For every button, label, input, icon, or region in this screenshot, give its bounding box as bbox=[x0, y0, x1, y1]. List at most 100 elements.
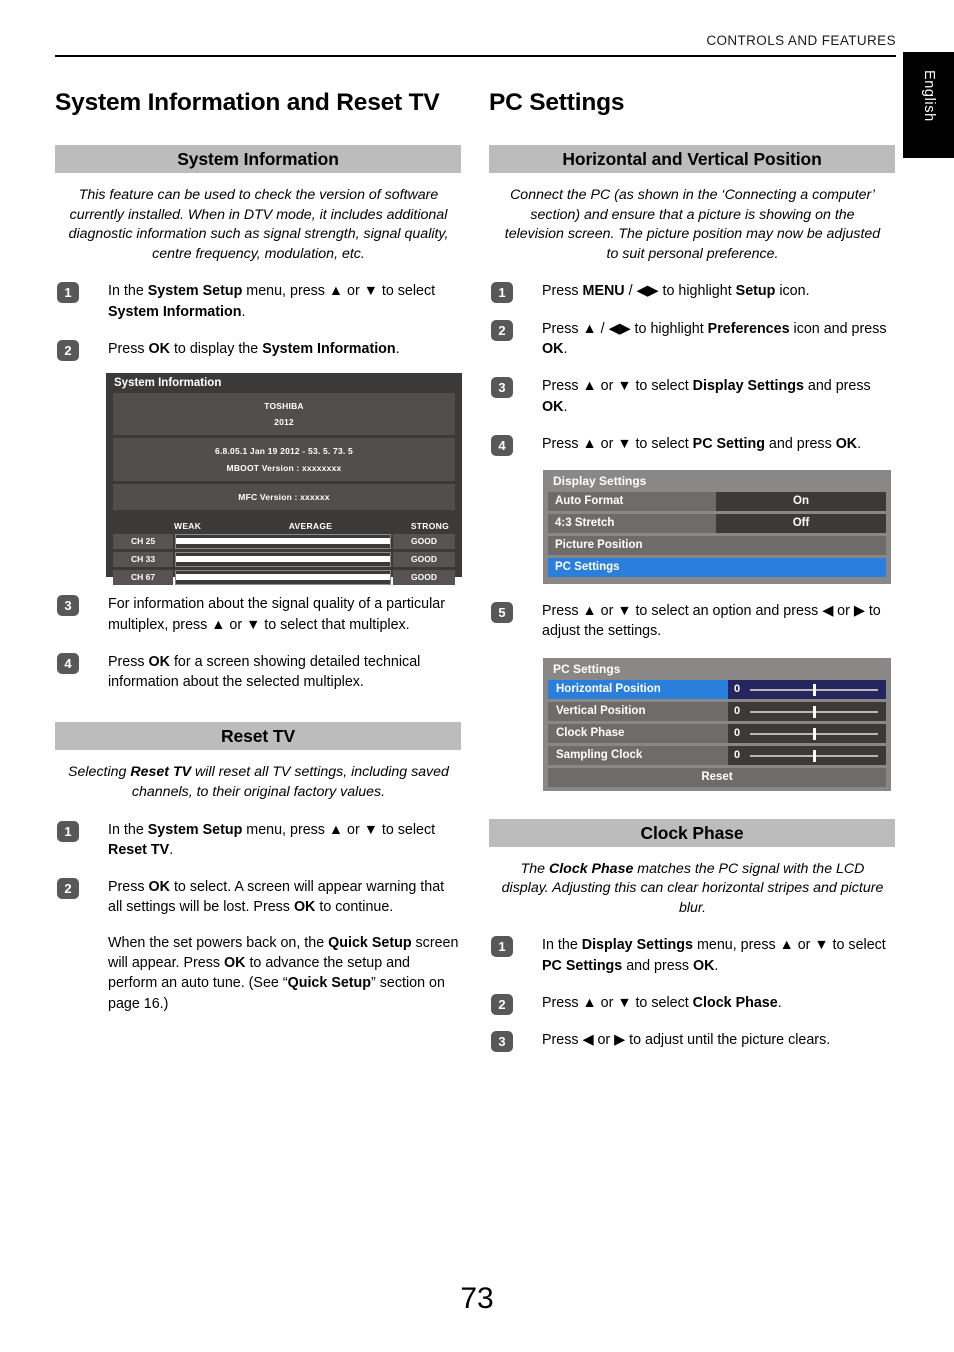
step-text: Press ◀ or ▶ to adjust until the picture… bbox=[542, 1032, 831, 1049]
pc-settings-menu-graphic: PC Settings Horizontal Position 0 Vertic… bbox=[543, 657, 891, 791]
slider-bar[interactable] bbox=[750, 746, 878, 765]
signal-scale-header: WEAK AVERAGE STRONG bbox=[113, 521, 455, 531]
step-item: 2 Press ▲ or ▼ to select Clock Phase. bbox=[489, 993, 896, 1016]
menu-item-value bbox=[716, 536, 886, 555]
signal-bar-fill bbox=[176, 538, 390, 545]
step-badge: 1 bbox=[491, 936, 513, 958]
slider-value: 0 bbox=[734, 705, 741, 718]
slider-thumb[interactable] bbox=[813, 749, 816, 762]
menu-item-value: Off bbox=[716, 514, 886, 534]
slider-value: 0 bbox=[734, 727, 741, 740]
menu-item-label: Auto Format bbox=[555, 495, 624, 508]
signal-bar-track bbox=[175, 533, 391, 549]
system-information-screen-graphic: System Information TOSHIBA 2012 6.8.05.1… bbox=[106, 373, 462, 585]
slider-thumb[interactable] bbox=[813, 705, 816, 718]
reset-button[interactable]: Reset bbox=[548, 767, 886, 787]
signal-bar-fill bbox=[176, 556, 390, 563]
screen-title: System Information bbox=[114, 377, 222, 390]
slider-track[interactable]: 0 bbox=[728, 745, 886, 765]
step-text: Press MENU / ◀▶ to highlight Setup icon. bbox=[542, 283, 810, 300]
signal-channel-label: CH 33 bbox=[113, 551, 173, 567]
step-text: For information about the signal quality… bbox=[108, 596, 445, 633]
signal-bar-track bbox=[175, 569, 391, 585]
step-item: 1 Press MENU / ◀▶ to highlight Setup ico… bbox=[489, 281, 896, 304]
band-reset-tv: Reset TV bbox=[55, 722, 461, 751]
step-text: Press ▲ or ▼ to select Clock Phase. bbox=[542, 995, 782, 1012]
step-badge: 3 bbox=[491, 1031, 513, 1053]
slider-thumb[interactable] bbox=[813, 727, 816, 740]
step-text: In the Display Settings menu, press ▲ or… bbox=[542, 937, 886, 974]
signal-channel-label: CH 25 bbox=[113, 533, 173, 549]
slider-label: Clock Phase bbox=[548, 723, 728, 743]
screen-line: TOSHIBA bbox=[264, 401, 304, 412]
step-badge: 3 bbox=[491, 377, 513, 399]
step-text: Press OK for a screen showing detailed t… bbox=[108, 653, 421, 691]
slider-value: 0 bbox=[734, 749, 741, 762]
scale-spacer bbox=[113, 521, 174, 531]
right-chapter-title: PC Settings bbox=[489, 89, 625, 116]
screen-line: 6.8.05.1 Jan 19 2012 - 53. 5. 73. 5 bbox=[215, 446, 353, 457]
left-column: System Information and Reset TV System I… bbox=[55, 89, 462, 1014]
step-text-continued: When the set powers back on, the Quick S… bbox=[108, 934, 459, 1012]
slider-value: 0 bbox=[734, 683, 741, 696]
menu-item-label: PC Settings bbox=[555, 561, 620, 574]
signal-status: GOOD bbox=[393, 551, 455, 567]
menu-item-picture-position[interactable]: Picture Position bbox=[548, 536, 886, 556]
step-item: 3 Press ▲ or ▼ to select Display Setting… bbox=[489, 376, 896, 417]
menu-item-pc-settings[interactable]: PC Settings bbox=[548, 558, 886, 578]
step-item: 1 In the System Setup menu, press ▲ or ▼… bbox=[55, 281, 462, 322]
step-badge: 2 bbox=[491, 994, 513, 1016]
step-badge: 1 bbox=[57, 820, 79, 842]
band-clock-phase: Clock Phase bbox=[489, 818, 895, 847]
language-side-tab: English bbox=[903, 52, 954, 158]
right-column: PC Settings Horizontal and Vertical Posi… bbox=[489, 89, 896, 1053]
slider-bar[interactable] bbox=[750, 680, 878, 699]
screen-block-version: 6.8.05.1 Jan 19 2012 - 53. 5. 73. 5 MBOO… bbox=[113, 438, 455, 481]
step-text: Press ▲ or ▼ to select an option and pre… bbox=[542, 603, 881, 640]
step-item: 2 Press OK to select. A screen will appe… bbox=[55, 877, 462, 1014]
slider-label: Horizontal Position bbox=[548, 679, 728, 699]
step-badge: 2 bbox=[57, 878, 79, 900]
scale-average-label: AVERAGE bbox=[288, 520, 333, 531]
menu-title: Display Settings bbox=[553, 474, 647, 489]
menu-item-value: On bbox=[716, 492, 886, 512]
step-text: Press ▲ or ▼ to select Display Settings … bbox=[542, 378, 871, 415]
step-item: 3 Press ◀ or ▶ to adjust until the pictu… bbox=[489, 1030, 896, 1053]
slider-thumb[interactable] bbox=[813, 683, 816, 696]
slider-sampling-clock[interactable]: Sampling Clock 0 bbox=[548, 745, 886, 765]
slider-track[interactable]: 0 bbox=[728, 723, 886, 743]
page-number: 73 bbox=[460, 1282, 494, 1315]
menu-item-label: Picture Position bbox=[555, 539, 643, 552]
scale-weak-label: WEAK bbox=[174, 520, 202, 531]
step-text: Press OK to select. A screen will appear… bbox=[108, 879, 445, 916]
step-item: 1 In the System Setup menu, press ▲ or ▼… bbox=[55, 820, 462, 861]
step-item: 3 For information about the signal quali… bbox=[55, 594, 462, 635]
menu-item-auto-format[interactable]: Auto Format On bbox=[548, 492, 886, 512]
step-badge: 2 bbox=[491, 319, 513, 341]
slider-bar[interactable] bbox=[750, 724, 878, 743]
menu-item-43-stretch[interactable]: 4:3 Stretch Off bbox=[548, 514, 886, 534]
clock-phase-intro: The Clock Phase matches the PC signal wi… bbox=[501, 860, 884, 916]
slider-bar[interactable] bbox=[750, 702, 878, 721]
signal-status: GOOD bbox=[393, 569, 455, 585]
menu-item-label: 4:3 Stretch bbox=[555, 517, 615, 530]
hv-position-intro: Connect the PC (as shown in the ‘Connect… bbox=[504, 186, 881, 262]
language-side-tab-label: English bbox=[921, 70, 937, 122]
screen-block-mfc: MFC Version : xxxxxx bbox=[113, 483, 455, 510]
screen-line: MFC Version : xxxxxx bbox=[238, 491, 330, 502]
step-item: 4 Press OK for a screen showing detailed… bbox=[55, 652, 462, 693]
slider-track[interactable]: 0 bbox=[728, 679, 886, 699]
band-horizontal-vertical-position: Horizontal and Vertical Position bbox=[489, 144, 895, 173]
slider-horizontal-position[interactable]: Horizontal Position 0 bbox=[548, 679, 886, 699]
step-badge: 1 bbox=[491, 282, 513, 304]
step-text: Press OK to display the System Informati… bbox=[108, 340, 400, 357]
step-item: 2 Press OK to display the System Informa… bbox=[55, 339, 462, 361]
step-badge: 4 bbox=[491, 434, 513, 456]
slider-vertical-position[interactable]: Vertical Position 0 bbox=[548, 701, 886, 721]
reset-tv-intro: Selecting Reset TV will reset all TV set… bbox=[68, 764, 449, 800]
slider-clock-phase[interactable]: Clock Phase 0 bbox=[548, 723, 886, 743]
slider-label: Sampling Clock bbox=[548, 745, 728, 765]
slider-track[interactable]: 0 bbox=[728, 701, 886, 721]
screen-block-brand: TOSHIBA 2012 bbox=[113, 393, 455, 436]
signal-bar-fill bbox=[176, 574, 390, 581]
